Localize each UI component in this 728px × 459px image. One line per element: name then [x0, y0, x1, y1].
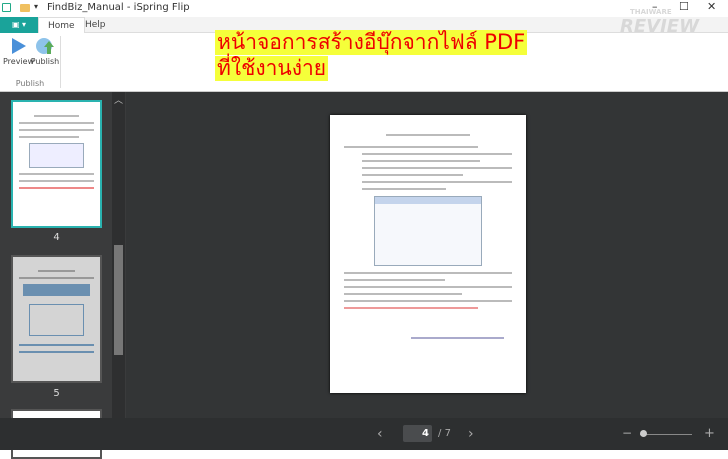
zoom-in-button[interactable]: + [704, 426, 715, 441]
thumbnail-page-4[interactable] [11, 100, 102, 228]
close-button[interactable]: ✕ [707, 0, 716, 13]
navigation-bar: ‹ 4 / 7 › − + [0, 418, 728, 450]
thumbnail-label: 5 [53, 388, 60, 399]
caption-line-1: หน้าจอการสร้างอีบุ๊กจากไฟล์ PDF [215, 30, 528, 55]
scrollbar-thumb[interactable] [114, 245, 123, 355]
page-number-input[interactable]: 4 [403, 425, 432, 442]
next-page-button[interactable]: › [468, 426, 474, 442]
caption-line-2: ที่ใช้งานง่าย [215, 56, 329, 81]
preview-label: Preview [3, 57, 35, 66]
open-folder-icon[interactable] [20, 4, 30, 12]
sidebar-scrollbar[interactable]: ︿ ﹀ [112, 92, 125, 450]
thumbnail-label: 4 [53, 232, 60, 243]
file-menu-button[interactable]: ▣ ▾ [0, 17, 38, 33]
tab-help[interactable]: Help [76, 17, 115, 33]
scroll-up-icon[interactable]: ︿ [114, 93, 123, 106]
play-icon [12, 38, 26, 54]
watermark-logo: THAIWARE REVIEW [620, 8, 699, 37]
window-title: FindBiz_Manual - iSpring Flip [47, 2, 190, 13]
zoom-slider[interactable] [640, 434, 692, 435]
thumbnail-sidebar: 4 5 ︿ ﹀ [0, 92, 126, 459]
publish-group-label: Publish [15, 79, 45, 88]
page-count: / 7 [438, 428, 451, 439]
thumbnail-page-5[interactable] [11, 255, 102, 383]
zoom-slider-handle[interactable] [640, 430, 647, 437]
preview-button[interactable]: Preview [3, 37, 35, 66]
app-icon [2, 3, 11, 12]
title-bar: ▾ FindBiz_Manual - iSpring Flip – ☐ ✕ [0, 0, 728, 17]
document-page [330, 115, 526, 393]
publish-label: Publish [30, 57, 60, 66]
group-divider [60, 36, 61, 88]
publish-button[interactable]: Publish [30, 37, 60, 66]
page-viewer [126, 92, 728, 418]
zoom-out-button[interactable]: − [622, 426, 632, 440]
quick-access-dropdown-icon[interactable]: ▾ [34, 2, 38, 11]
previous-page-button[interactable]: ‹ [377, 426, 383, 442]
globe-upload-icon [36, 38, 54, 54]
